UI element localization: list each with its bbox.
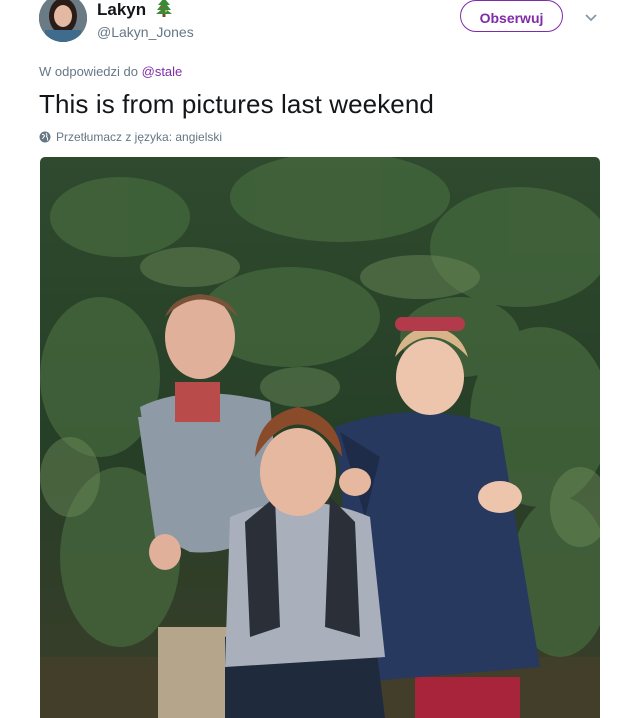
tweet: Lakyn @Lakyn_Jones Obserwuj W odpowiedzi… <box>0 0 639 718</box>
reply-prefix: W odpowiedzi do <box>39 64 138 79</box>
christmas-tree-icon <box>155 0 173 22</box>
name-block: Lakyn @Lakyn_Jones <box>97 0 194 40</box>
globe-icon <box>39 131 51 143</box>
display-name[interactable]: Lakyn <box>97 0 146 21</box>
tweet-text: This is from pictures last weekend <box>39 89 434 119</box>
tweet-header: Lakyn @Lakyn_Jones Obserwuj <box>0 0 639 50</box>
reply-mention-link[interactable]: @stale <box>142 64 183 79</box>
chevron-down-icon[interactable] <box>583 9 599 25</box>
translate-link[interactable]: Przetłumacz z języka: angielski <box>39 130 222 144</box>
tweet-photo[interactable] <box>40 157 600 718</box>
translate-label: Przetłumacz z języka: angielski <box>56 130 223 144</box>
reply-context: W odpowiedzi do @stale <box>39 64 182 79</box>
follow-button[interactable]: Obserwuj <box>460 0 563 32</box>
user-handle[interactable]: @Lakyn_Jones <box>97 24 194 40</box>
avatar[interactable] <box>39 0 87 42</box>
